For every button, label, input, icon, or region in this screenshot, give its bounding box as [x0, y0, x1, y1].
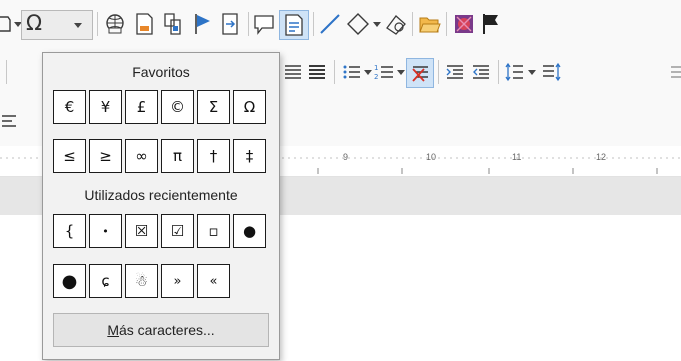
separator [498, 60, 499, 84]
more-characters-accelerator: M [107, 322, 119, 338]
recent-char-ballot-x[interactable]: ☒ [125, 214, 158, 248]
recent-char-brace[interactable]: { [53, 214, 86, 248]
favorite-char-copyright[interactable]: © [161, 90, 194, 124]
separator [438, 60, 439, 84]
numbering-icon[interactable]: 1 2 [373, 60, 395, 84]
draw-functions-icon[interactable] [384, 12, 408, 36]
line-spacing-dropdown-arrow[interactable] [528, 70, 536, 75]
gallery-icon[interactable] [452, 12, 476, 36]
toolbar-row-insert: Ω [0, 0, 681, 48]
open-folder-icon[interactable] [418, 12, 442, 36]
footnote-icon[interactable] [133, 12, 155, 36]
align-left-icon[interactable] [0, 110, 22, 132]
more-characters-button[interactable]: Más caracteres... [53, 313, 269, 347]
recent-title: Utilizados recientemente [84, 187, 238, 203]
favorite-char-euro[interactable]: € [53, 90, 86, 124]
recent-char-black-circle[interactable]: ● [233, 214, 266, 248]
special-character-dropdown-arrow[interactable] [74, 23, 82, 28]
separator [313, 12, 314, 36]
comment-icon[interactable] [253, 12, 275, 36]
favorite-char-double-dagger[interactable]: ‡ [233, 139, 266, 173]
separator [6, 60, 7, 84]
more-characters-label: ás caracteres... [118, 322, 215, 338]
favorite-char-yen[interactable]: ¥ [89, 90, 122, 124]
outline-button[interactable] [406, 58, 434, 88]
justify-icon[interactable] [282, 60, 304, 84]
special-character-popup: Favoritos € ¥ £ © Σ Ω ≤ ≥ ∞ π † ‡ Utiliz… [42, 52, 280, 360]
track-changes-button[interactable] [279, 10, 309, 40]
line-icon[interactable] [318, 12, 342, 36]
favorite-char-pi[interactable]: π [161, 139, 194, 173]
favorite-char-less-equal[interactable]: ≤ [53, 139, 86, 173]
flag-icon[interactable] [480, 12, 502, 36]
ruler-label-10: 10 [426, 152, 437, 162]
justify-all-icon[interactable] [306, 60, 328, 84]
partial-icon[interactable] [668, 60, 681, 84]
svg-text:1: 1 [374, 64, 378, 72]
shapes-icon[interactable] [0, 14, 12, 34]
track-changes-icon [285, 14, 303, 36]
increase-indent-icon[interactable] [444, 60, 466, 84]
favorite-char-sigma[interactable]: Σ [197, 90, 230, 124]
separator [97, 12, 98, 36]
ruler-label-11: 11 [512, 152, 522, 162]
numbering-dropdown-arrow[interactable] [397, 70, 405, 75]
svg-text:2: 2 [374, 73, 378, 81]
recent-char-curl-c[interactable]: ɕ [89, 264, 122, 298]
ruler-label-12: 12 [596, 152, 607, 162]
basic-shapes-icon[interactable] [346, 12, 370, 36]
separator [248, 12, 249, 36]
recent-char-left-guillemet[interactable]: « [197, 264, 230, 298]
recent-char-small-square[interactable]: ▫ [197, 214, 230, 248]
recent-char-bullet[interactable]: • [89, 214, 122, 248]
bullets-dropdown-arrow[interactable] [364, 70, 372, 75]
decrease-indent-icon[interactable] [470, 60, 492, 84]
separator [446, 12, 447, 36]
basic-shapes-dropdown-arrow[interactable] [373, 22, 381, 27]
bookmark-icon[interactable] [192, 12, 212, 36]
recent-char-ballot-check[interactable]: ☑ [161, 214, 194, 248]
paragraph-spacing-icon[interactable] [540, 60, 562, 84]
separator [412, 12, 413, 36]
favorites-title: Favoritos [132, 64, 190, 80]
favorite-char-omega[interactable]: Ω [233, 90, 266, 124]
special-character-button[interactable]: Ω [21, 10, 93, 40]
recent-char-snowman[interactable]: ☃ [125, 264, 158, 298]
special-character-icon: Ω [26, 11, 43, 35]
cross-reference-icon[interactable] [220, 12, 242, 36]
page-break-icon[interactable] [162, 12, 184, 36]
line-spacing-icon[interactable] [503, 60, 525, 84]
favorite-char-greater-equal[interactable]: ≥ [89, 139, 122, 173]
outline-active-icon [412, 66, 428, 82]
favorite-char-pound[interactable]: £ [125, 90, 158, 124]
ruler-label-9: 9 [343, 152, 349, 162]
separator [334, 60, 335, 84]
favorite-char-dagger[interactable]: † [197, 139, 230, 173]
bullets-icon[interactable] [340, 60, 362, 84]
recent-char-right-guillemet[interactable]: » [161, 264, 194, 298]
favorite-char-infinity[interactable]: ∞ [125, 139, 158, 173]
recent-char-large-circle[interactable]: ● [53, 264, 86, 298]
hyperlink-icon[interactable] [103, 12, 127, 36]
